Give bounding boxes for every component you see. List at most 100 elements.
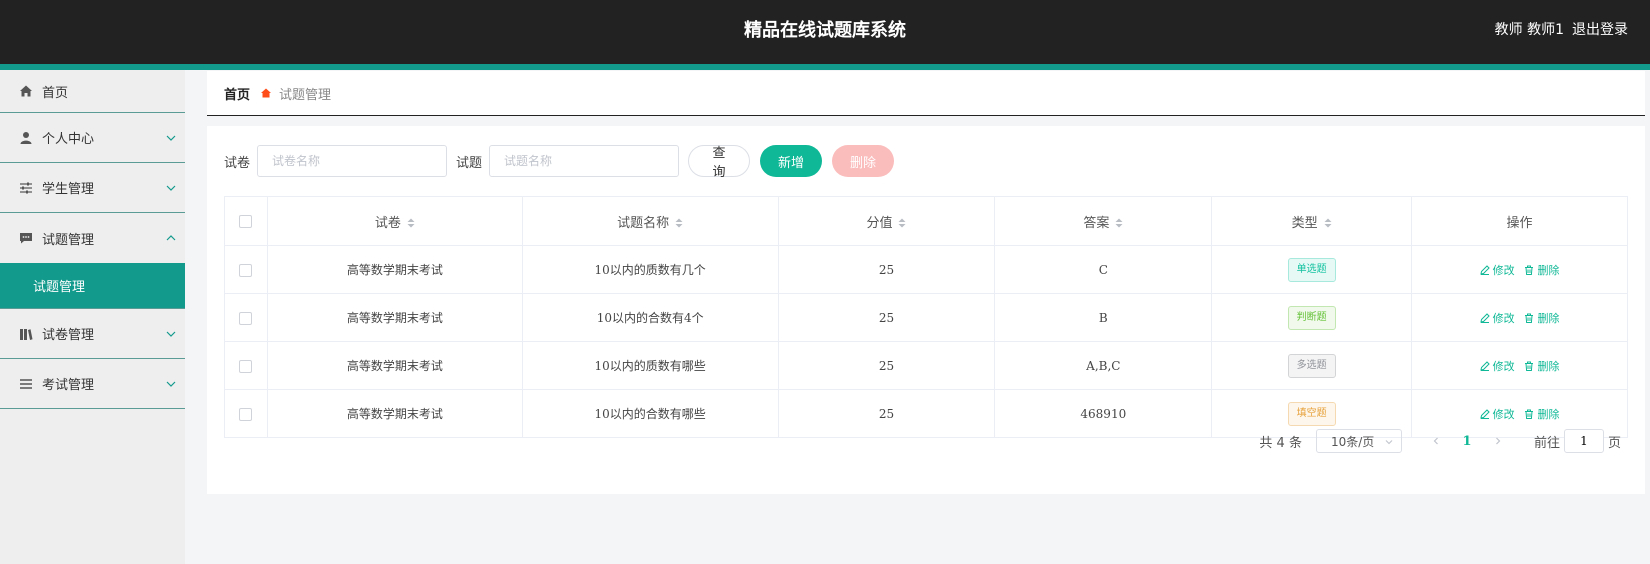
edit-icon xyxy=(1480,360,1490,371)
query-button[interactable]: 查询 xyxy=(688,145,751,180)
sidebar-item-exams[interactable]: 考试管理 xyxy=(0,359,185,409)
goto-page-input[interactable] xyxy=(1563,429,1604,453)
sidebar-item-label: 试卷管理 xyxy=(42,328,95,343)
add-button[interactable]: 新增 xyxy=(760,145,823,177)
cell-actions: 修改 删除 xyxy=(1411,293,1628,342)
column-header-answer[interactable]: 答案 xyxy=(994,196,1213,246)
cell-answer: B xyxy=(994,293,1213,342)
logout-button[interactable]: 退出登录 xyxy=(1572,19,1628,39)
cell-paper: 高等数学期末考试 xyxy=(266,341,523,390)
delete-link[interactable]: 删除 xyxy=(1524,406,1559,422)
edit-icon xyxy=(1480,264,1490,275)
table-row: 高等数学期末考试 10以内的质数有几个 25 C 单选题 修改 删除 xyxy=(224,245,1628,294)
cell-type: 单选题 xyxy=(1211,245,1413,294)
sidebar-subitem-question-management[interactable]: 试题管理 xyxy=(0,263,185,309)
type-tag-fill: 填空题 xyxy=(1287,401,1336,426)
table-header-row: 试卷 试题名称 分值 答案 类型 操作 xyxy=(224,196,1628,246)
sort-icon xyxy=(407,218,415,228)
type-tag-judge: 判断题 xyxy=(1287,305,1336,330)
cell-answer: C xyxy=(994,245,1213,294)
edit-link[interactable]: 修改 xyxy=(1480,262,1515,278)
table-row: 高等数学期末考试 10以内的质数有哪些 25 A,B,C 多选题 修改 删除 xyxy=(224,341,1628,390)
edit-link[interactable]: 修改 xyxy=(1480,358,1515,374)
breadcrumb: 首页 试题管理 xyxy=(207,71,1645,116)
chevron-down-icon xyxy=(166,331,176,337)
column-header-actions: 操作 xyxy=(1411,196,1628,246)
prev-page-button[interactable] xyxy=(1422,436,1450,446)
trash-icon xyxy=(1525,313,1534,323)
row-select-cell xyxy=(224,389,268,438)
row-checkbox[interactable] xyxy=(239,311,253,325)
cell-paper: 高等数学期末考试 xyxy=(266,293,523,342)
sidebar-item-questions[interactable]: 试题管理 xyxy=(0,213,185,263)
edit-icon xyxy=(1480,408,1490,419)
cell-question: 10以内的合数有哪些 xyxy=(521,389,779,438)
top-bar: 精品在线试题库系统 教师 教师1 退出登录 xyxy=(0,0,1650,64)
chevron-right-icon xyxy=(1496,437,1501,445)
chevron-down-icon xyxy=(166,381,176,387)
chevron-up-icon xyxy=(166,235,176,241)
delete-link[interactable]: 删除 xyxy=(1524,262,1559,278)
cell-score: 25 xyxy=(777,245,996,294)
sidebar-item-home[interactable]: 首页 xyxy=(0,70,185,113)
edit-link[interactable]: 修改 xyxy=(1480,310,1515,326)
delete-link[interactable]: 删除 xyxy=(1524,310,1559,326)
row-checkbox[interactable] xyxy=(239,359,253,373)
chevron-down-icon xyxy=(1385,440,1393,445)
cell-type: 多选题 xyxy=(1211,341,1413,390)
edit-link[interactable]: 修改 xyxy=(1480,406,1515,422)
sliders-icon xyxy=(18,180,34,196)
question-search-input[interactable] xyxy=(489,145,680,177)
column-header-paper[interactable]: 试卷 xyxy=(266,196,523,246)
total-count: 共 4 条 xyxy=(1259,435,1302,451)
column-header-score[interactable]: 分值 xyxy=(777,196,996,246)
sidebar-item-label: 个人中心 xyxy=(42,132,95,147)
sidebar-item-papers[interactable]: 试卷管理 xyxy=(0,309,185,359)
batch-delete-button[interactable]: 删除 xyxy=(832,145,895,177)
page-number-active[interactable]: 1 xyxy=(1450,434,1484,449)
list-icon xyxy=(18,376,34,392)
cell-question: 10以内的合数有4个 xyxy=(521,293,779,342)
search-bar: 试卷 试题 查询 新增 删除 xyxy=(224,144,904,180)
cell-paper: 高等数学期末考试 xyxy=(266,389,523,438)
header-accent-strip xyxy=(0,64,1650,70)
app-title: 精品在线试题库系统 xyxy=(744,20,906,41)
cell-question: 10以内的质数有哪些 xyxy=(521,341,779,390)
cell-answer: 468910 xyxy=(994,389,1213,438)
edit-icon xyxy=(1480,312,1490,323)
next-page-button[interactable] xyxy=(1484,436,1512,446)
type-tag-single: 单选题 xyxy=(1287,257,1336,282)
cell-paper: 高等数学期末考试 xyxy=(266,245,523,294)
select-all-checkbox[interactable] xyxy=(239,214,253,228)
select-all-cell xyxy=(224,196,268,246)
sidebar-item-students[interactable]: 学生管理 xyxy=(0,163,185,213)
paper-label: 试卷 xyxy=(224,155,251,171)
question-label: 试题 xyxy=(456,155,483,171)
column-header-question[interactable]: 试题名称 xyxy=(521,196,779,246)
row-checkbox[interactable] xyxy=(239,263,253,277)
sidebar-item-profile[interactable]: 个人中心 xyxy=(0,113,185,163)
cell-question: 10以内的质数有几个 xyxy=(521,245,779,294)
sort-icon xyxy=(675,218,683,228)
sort-icon xyxy=(898,218,906,228)
page-size-select[interactable]: 10条/页 xyxy=(1315,429,1402,453)
breadcrumb-current: 试题管理 xyxy=(279,87,332,103)
pagination: 共 4 条 10条/页 1 前往 页 xyxy=(1259,429,1621,453)
row-select-cell xyxy=(224,245,268,294)
type-tag-multi: 多选题 xyxy=(1287,353,1336,378)
row-checkbox[interactable] xyxy=(239,407,253,421)
goto-label: 前往 xyxy=(1533,435,1560,451)
chevron-left-icon xyxy=(1433,437,1438,445)
column-header-type[interactable]: 类型 xyxy=(1211,196,1413,246)
breadcrumb-home[interactable]: 首页 xyxy=(224,84,250,103)
chat-icon xyxy=(18,230,34,246)
trash-icon xyxy=(1525,265,1534,275)
row-select-cell xyxy=(224,341,268,390)
delete-link[interactable]: 删除 xyxy=(1524,358,1559,374)
cell-type: 判断题 xyxy=(1211,293,1413,342)
chevron-down-icon xyxy=(166,185,176,191)
paper-search-input[interactable] xyxy=(257,145,448,177)
cell-actions: 修改 删除 xyxy=(1411,245,1628,294)
sidebar-item-label: 试题管理 xyxy=(42,232,95,248)
sidebar: 首页 个人中心 学生管理 试题管理 试题管理 试卷管理 考试管理 xyxy=(0,70,185,564)
